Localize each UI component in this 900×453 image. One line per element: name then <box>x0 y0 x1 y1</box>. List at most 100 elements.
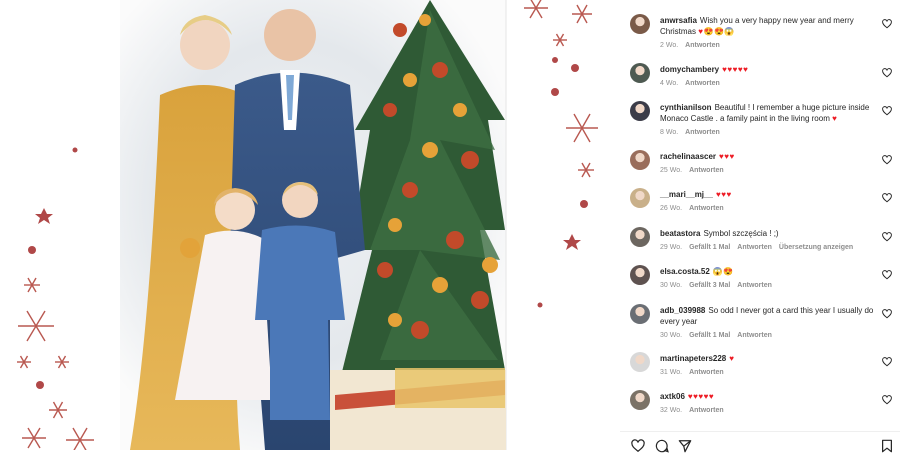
comment-bubble-icon[interactable] <box>655 439 669 453</box>
avatar[interactable] <box>630 63 650 83</box>
comment-text-line: martinapeters228 ♥ <box>660 353 878 364</box>
comment-action-link[interactable]: Gefällt 3 Mal <box>689 282 730 289</box>
comment-like-heart-icon[interactable] <box>882 395 892 405</box>
post-actions-bar <box>620 431 900 453</box>
comment-emoji: 😱😍 <box>712 267 734 276</box>
comment-action-link[interactable]: Gefällt 1 Mal <box>689 244 730 251</box>
comment-meta: 29 Wo. Gefällt 1 Mal Antworten Übersetzung … <box>660 243 878 252</box>
comment-meta: 26 Wo. Antworten <box>660 204 878 213</box>
comment-timestamp: 29 Wo. <box>660 244 683 251</box>
comment-username[interactable]: cynthianilson <box>660 103 712 112</box>
avatar[interactable] <box>630 227 650 247</box>
post-image[interactable] <box>0 0 620 450</box>
comment-meta: 30 Wo. Gefällt 1 Mal Antworten <box>660 331 878 340</box>
comment-text-line: domychambery ♥♥♥♥♥ <box>660 64 878 75</box>
comment-emoji: ♥ <box>832 114 838 123</box>
share-plane-icon[interactable] <box>678 439 692 453</box>
comment-action-link[interactable]: Antworten <box>737 244 772 251</box>
comment-meta: 31 Wo. Antworten <box>660 368 878 377</box>
comment-body: anwrsafia Wish you a very happy new year … <box>660 15 878 50</box>
comment-username[interactable]: rachelinaascer <box>660 152 716 161</box>
comment-meta: 4 Wo. Antworten <box>660 79 878 88</box>
comment-meta: 32 Wo. Antworten <box>660 406 878 415</box>
avatar[interactable] <box>630 265 650 285</box>
comment-emoji: ♥♥♥ <box>715 190 732 199</box>
avatar[interactable] <box>630 188 650 208</box>
comment-action-link[interactable]: Antworten <box>737 332 772 339</box>
comment-meta: 8 Wo. Antworten <box>660 128 878 137</box>
comment-text-line: adb_039988 So odd I never got a card this… <box>660 305 878 327</box>
comment-emoji: ♥😍😍😱 <box>698 27 735 36</box>
comment-text-line: elsa.costa.52 😱😍 <box>660 266 878 277</box>
comment-timestamp: 30 Wo. <box>660 282 683 289</box>
comment-meta: 30 Wo. Gefällt 3 Mal Antworten <box>660 281 878 290</box>
comment-action-link[interactable]: Antworten <box>689 407 724 414</box>
comment-emoji: ♥♥♥ <box>719 152 735 161</box>
comment-username[interactable]: domychambery <box>660 65 719 74</box>
comment-action-link[interactable]: Antworten <box>685 80 720 87</box>
comment-meta: 2 Wo. Antworten <box>660 41 878 50</box>
comment-timestamp: 4 Wo. <box>660 80 679 87</box>
comment-body: beatastora Symbol szczęścia ! ;) 29 Wo. Ge… <box>660 228 878 252</box>
comment-timestamp: 8 Wo. <box>660 129 679 136</box>
avatar[interactable] <box>630 101 650 121</box>
comment-username[interactable]: axtk06 <box>660 392 685 401</box>
comment-emoji: ♥♥♥♥♥ <box>722 65 749 74</box>
comment-like-heart-icon[interactable] <box>882 68 892 78</box>
comment-username[interactable]: anwrsafia <box>660 16 697 25</box>
comment-timestamp: 25 Wo. <box>660 167 683 174</box>
avatar[interactable] <box>630 390 650 410</box>
comment-body: rachelinaascer ♥♥♥ 25 Wo. Antworten <box>660 151 878 175</box>
comment-text: Symbol szczęścia ! ;) <box>703 229 779 238</box>
comment-like-heart-icon[interactable] <box>882 309 892 319</box>
comment-emoji: ♥ <box>729 354 735 363</box>
comment-action-link[interactable]: Gefällt 1 Mal <box>689 332 730 339</box>
comment-action-link[interactable]: Antworten <box>689 205 724 212</box>
comment-timestamp: 26 Wo. <box>660 205 683 212</box>
comment-username[interactable]: __mari__mj__ <box>660 190 713 199</box>
comment-text-line: cynthianilson Beautiful ! I remember a hu… <box>660 102 878 124</box>
comment-like-heart-icon[interactable] <box>882 232 892 242</box>
avatar[interactable] <box>630 14 650 34</box>
comment-text-line: rachelinaascer ♥♥♥ <box>660 151 878 162</box>
comment-action-link[interactable]: Antworten <box>737 282 772 289</box>
comment-body: martinapeters228 ♥ 31 Wo. Antworten <box>660 353 878 377</box>
comment-timestamp: 2 Wo. <box>660 42 679 49</box>
comment-body: cynthianilson Beautiful ! I remember a hu… <box>660 102 878 137</box>
christmas-family-painting <box>17 0 598 450</box>
comment-username[interactable]: beatastora <box>660 229 700 238</box>
comment-text-line: beatastora Symbol szczęścia ! ;) <box>660 228 878 239</box>
avatar[interactable] <box>630 352 650 372</box>
comment-like-heart-icon[interactable] <box>882 106 892 116</box>
avatar[interactable] <box>630 304 650 324</box>
comment-text-line: axtk06 ♥♥♥♥♥ <box>660 391 878 402</box>
like-heart-icon[interactable] <box>631 439 645 453</box>
comment-action-link[interactable]: Übersetzung anzeigen <box>779 244 853 251</box>
comment-like-heart-icon[interactable] <box>882 155 892 165</box>
comment-text-line: __mari__mj__ ♥♥♥ <box>660 189 878 200</box>
comment-meta: 25 Wo. Antworten <box>660 166 878 175</box>
comment-username[interactable]: elsa.costa.52 <box>660 267 710 276</box>
comment-action-link[interactable]: Antworten <box>685 129 720 136</box>
comment-timestamp: 32 Wo. <box>660 407 683 414</box>
comments-panel: anwrsafia Wish you a very happy new year … <box>620 0 900 450</box>
comment-like-heart-icon[interactable] <box>882 357 892 367</box>
comment-username[interactable]: martinapeters228 <box>660 354 726 363</box>
comment-body: axtk06 ♥♥♥♥♥ 32 Wo. Antworten <box>660 391 878 415</box>
comment-body: __mari__mj__ ♥♥♥ 26 Wo. Antworten <box>660 189 878 213</box>
comment-action-link[interactable]: Antworten <box>689 369 724 376</box>
comment-body: adb_039988 So odd I never got a card this… <box>660 305 878 340</box>
avatar[interactable] <box>630 150 650 170</box>
comment-username[interactable]: adb_039988 <box>660 306 705 315</box>
comment-timestamp: 31 Wo. <box>660 369 683 376</box>
comment-body: domychambery ♥♥♥♥♥ 4 Wo. Antworten <box>660 64 878 88</box>
comment-like-heart-icon[interactable] <box>882 193 892 203</box>
comment-like-heart-icon[interactable] <box>882 270 892 280</box>
comment-action-link[interactable]: Antworten <box>689 167 724 174</box>
comment-action-link[interactable]: Antworten <box>685 42 720 49</box>
bookmark-icon[interactable] <box>880 439 894 453</box>
comment-like-heart-icon[interactable] <box>882 19 892 29</box>
comment-text-line: anwrsafia Wish you a very happy new year … <box>660 15 878 37</box>
comment-body: elsa.costa.52 😱😍 30 Wo. Gefällt 3 Mal Antwor… <box>660 266 878 290</box>
comment-timestamp: 30 Wo. <box>660 332 683 339</box>
